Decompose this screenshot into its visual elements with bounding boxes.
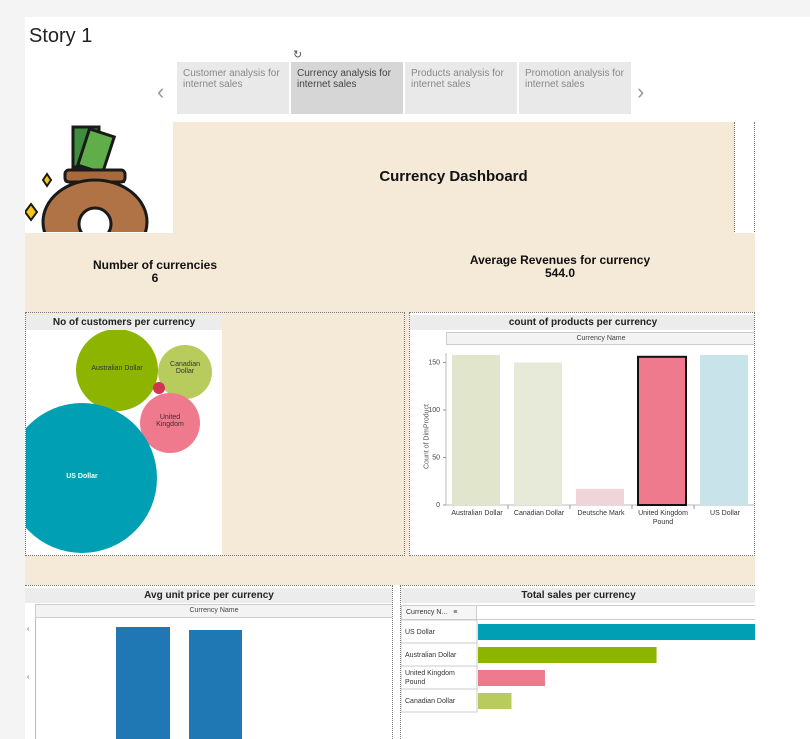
sales-header-fill bbox=[477, 605, 755, 620]
sales-bar[interactable] bbox=[478, 624, 755, 640]
sales-bar[interactable] bbox=[478, 647, 657, 663]
kpi-band: Number of currencies 6 Average Revenues … bbox=[25, 233, 755, 311]
bubble-label-united-kingdom: United Kingdom bbox=[156, 414, 184, 428]
x-category-label: Pound bbox=[653, 519, 673, 526]
customers-panel-title: No of customers per currency bbox=[26, 315, 222, 330]
story-title: Story 1 bbox=[29, 25, 93, 47]
bubble-label-us-dollar: US Dollar bbox=[66, 473, 98, 480]
y-tick-label: 100 bbox=[428, 407, 440, 414]
customers-panel: No of customers per currency Australian … bbox=[25, 312, 405, 556]
sales-row-label: US Dollar bbox=[405, 629, 436, 636]
tab-promotion-analysis[interactable]: Promotion analysis for internet sales bbox=[519, 62, 631, 114]
bubble-label-australian-dollar: Australian Dollar bbox=[91, 365, 143, 372]
product-count-bar[interactable] bbox=[637, 355, 687, 506]
bubble-label-canadian-dollar: Canadian Dollar bbox=[170, 361, 200, 375]
header-spacer bbox=[735, 122, 755, 234]
sort-icon[interactable]: ≡ bbox=[453, 609, 457, 616]
sales-row-label: Pound bbox=[405, 679, 425, 686]
products-panel-title: count of products per currency bbox=[410, 315, 754, 330]
avg-price-column-header[interactable]: Currency Name bbox=[35, 604, 392, 618]
kpi-average-revenue: Average Revenues for currency 544.0 bbox=[445, 254, 675, 280]
sales-bar[interactable] bbox=[478, 693, 512, 709]
x-category-label: United Kingdom bbox=[638, 510, 688, 517]
x-category-label: Canadian Dollar bbox=[514, 510, 565, 517]
refresh-icon[interactable]: ↻ bbox=[293, 48, 302, 61]
next-arrow-icon[interactable]: › bbox=[637, 79, 644, 105]
previous-arrow-icon[interactable]: ‹ bbox=[157, 79, 164, 105]
products-bar-chart: 0 50 100 150 Australian Dollar Canadian Dolla… bbox=[428, 353, 754, 526]
sales-row-header[interactable]: Currency N... ≡ bbox=[401, 605, 477, 620]
product-count-bar[interactable] bbox=[576, 488, 624, 505]
sales-row-label: Canadian Dollar bbox=[405, 698, 456, 705]
avg-price-panel-title: Avg unit price per currency bbox=[25, 588, 392, 603]
x-category-label: Australian Dollar bbox=[451, 510, 503, 517]
bubble-chart: Australian Dollar Canadian Dollar United… bbox=[26, 330, 222, 555]
x-category-label: US Dollar bbox=[710, 510, 741, 517]
story-frame: Story 1 ↻ ‹ Customer analysis for intern… bbox=[25, 17, 810, 739]
products-column-header[interactable]: Currency Name bbox=[446, 332, 754, 345]
sales-bar-chart: US Dollar Australian Dollar United Kingdom… bbox=[401, 620, 755, 713]
avg-price-bar[interactable] bbox=[189, 630, 242, 739]
dashboard-title: Currency Dashboard bbox=[379, 168, 528, 185]
tab-products-analysis[interactable]: Products analysis for internet sales bbox=[405, 62, 517, 114]
dashboard-title-panel: Currency Dashboard bbox=[173, 122, 735, 234]
product-count-bar[interactable] bbox=[700, 354, 748, 505]
products-panel: count of products per currency Currency … bbox=[409, 312, 755, 556]
product-count-bar[interactable] bbox=[514, 362, 562, 506]
sales-panel: Total sales per currency Currency N... ≡… bbox=[400, 585, 755, 739]
kpi-average-revenue-value: 544.0 bbox=[544, 266, 576, 280]
avg-price-y-tick: ‹ bbox=[27, 626, 30, 633]
kpi-currency-count: Number of currencies 6 bbox=[65, 259, 245, 285]
bubble-small[interactable] bbox=[153, 382, 165, 394]
sales-bar[interactable] bbox=[478, 670, 545, 686]
money-bag-logo bbox=[25, 122, 173, 266]
avg-price-y-tick: ‹ bbox=[27, 674, 30, 681]
y-tick-label: 150 bbox=[428, 360, 440, 367]
tab-customer-analysis[interactable]: Customer analysis for internet sales bbox=[177, 62, 289, 114]
y-tick-label: 0 bbox=[436, 502, 440, 509]
tab-currency-analysis[interactable]: Currency analysis for internet sales bbox=[291, 62, 403, 114]
sales-row-header-label: Currency N... bbox=[406, 609, 448, 616]
y-tick-label: 50 bbox=[432, 455, 440, 462]
x-category-label: Deutsche Mark bbox=[577, 510, 625, 517]
sales-row-label: Australian Dollar bbox=[405, 652, 457, 659]
product-count-bar[interactable] bbox=[452, 354, 500, 505]
sales-panel-title: Total sales per currency bbox=[401, 588, 755, 603]
avg-price-y-axis bbox=[35, 618, 36, 739]
avg-price-bar[interactable] bbox=[116, 627, 170, 739]
avg-price-panel: Avg unit price per currency Currency Nam… bbox=[25, 585, 393, 739]
kpi-currency-count-value: 6 bbox=[151, 271, 159, 285]
sales-row-label: United Kingdom bbox=[405, 670, 455, 677]
